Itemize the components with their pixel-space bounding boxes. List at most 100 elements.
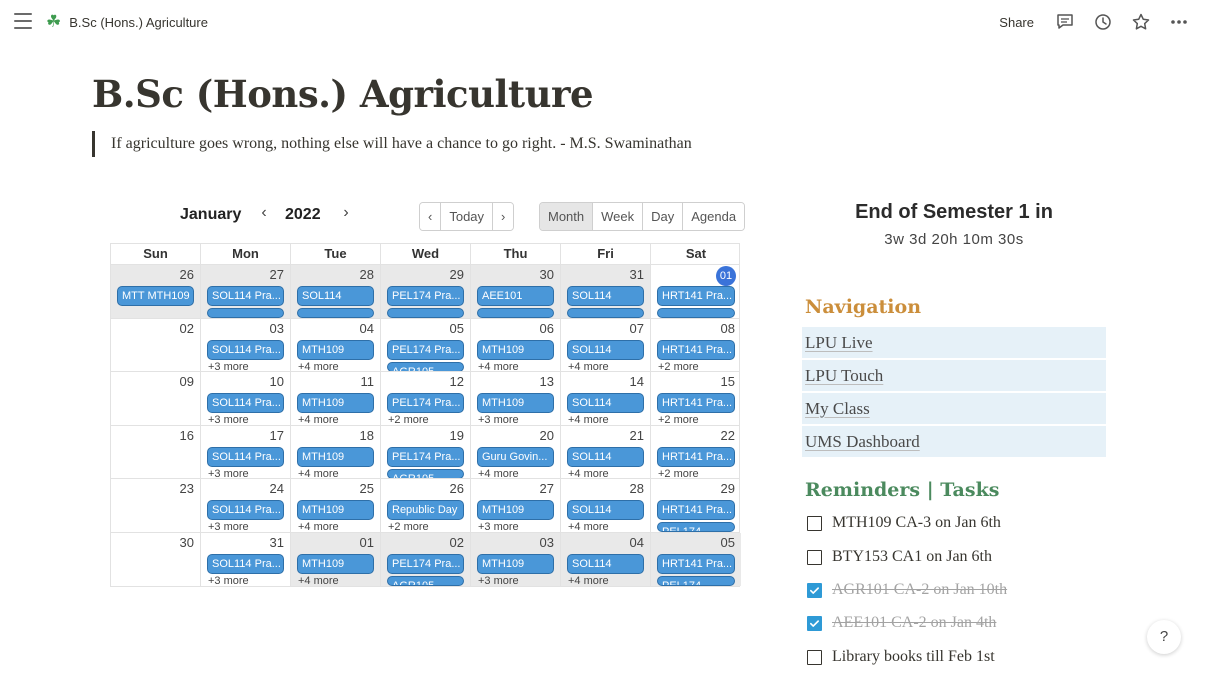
more-events-link[interactable]: +4 more bbox=[478, 468, 519, 479]
calendar-event[interactable]: SOL114 Pra... bbox=[207, 286, 284, 306]
calendar-day-cell[interactable]: 21 SOL114 +4 more bbox=[561, 425, 651, 479]
calendar-day-cell[interactable]: 22 HRT141 Pra... +2 more bbox=[651, 426, 741, 479]
more-events-link[interactable]: +2 more bbox=[388, 414, 429, 425]
calendar-event[interactable]: HRT141 Pra... bbox=[657, 393, 735, 413]
calendar-event-overflow[interactable]: PEL174 bbox=[657, 522, 735, 532]
view-agenda-button[interactable]: Agenda bbox=[683, 203, 745, 230]
more-events-link[interactable]: +3 more bbox=[478, 575, 519, 587]
calendar-event-overflow[interactable]: AGR105 bbox=[387, 468, 464, 478]
more-events-link[interactable]: +3 more bbox=[208, 521, 249, 532]
calendar-event[interactable]: SOL114 Pra... bbox=[207, 339, 284, 360]
checkbox-checked[interactable] bbox=[807, 615, 822, 631]
help-button[interactable]: ? bbox=[1147, 620, 1181, 654]
more-events-link[interactable]: +4 more bbox=[298, 575, 339, 587]
calendar-event[interactable]: SOL114 bbox=[567, 553, 644, 574]
share-button[interactable]: Share bbox=[999, 15, 1034, 30]
calendar-event[interactable]: SOL114 Pra... bbox=[207, 393, 284, 413]
calendar-day-cell[interactable]: 03 SOL114 Pra... +3 more bbox=[201, 318, 291, 372]
calendar-day-cell[interactable]: 05 PEL174 Pra...AGR105 bbox=[381, 318, 471, 371]
calendar-event[interactable]: HRT141 Pra... bbox=[657, 286, 735, 306]
chevron-right-icon[interactable]: › bbox=[338, 204, 354, 222]
calendar-day-cell[interactable]: 18 MTH109 +4 more bbox=[291, 425, 381, 479]
calendar-event[interactable]: SOL114 bbox=[297, 286, 374, 306]
nav-link-ums-dashboard[interactable]: UMS Dashboard bbox=[802, 426, 1106, 457]
more-events-link[interactable]: +3 more bbox=[478, 521, 519, 532]
calendar-day-cell[interactable]: 24 SOL114 Pra... +3 more bbox=[201, 479, 291, 532]
calendar-event[interactable]: SOL114 bbox=[567, 393, 644, 413]
calendar-event[interactable]: SOL114 bbox=[567, 446, 644, 467]
checkbox[interactable] bbox=[807, 649, 822, 665]
comment-icon[interactable] bbox=[1054, 11, 1076, 33]
more-events-link[interactable]: +4 more bbox=[298, 361, 339, 372]
calendar-day-cell[interactable]: 01 MTH109 +4 more bbox=[291, 532, 381, 587]
prev-button[interactable]: ‹ bbox=[420, 203, 442, 230]
nav-link-lpu-live[interactable]: LPU Live bbox=[802, 327, 1106, 358]
calendar-day-cell[interactable]: 01 HRT141 Pra... bbox=[651, 265, 741, 318]
calendar-event[interactable]: PEL174 Pra... bbox=[387, 553, 464, 574]
calendar-event[interactable]: MTH109 bbox=[477, 393, 554, 413]
page-title[interactable]: B.Sc (Hons.) Agriculture bbox=[92, 72, 594, 116]
more-events-link[interactable]: +2 more bbox=[388, 521, 429, 532]
calendar-day-cell[interactable]: 08 HRT141 Pra... +2 more bbox=[651, 319, 741, 372]
star-icon[interactable] bbox=[1130, 11, 1152, 33]
more-events-link[interactable]: +4 more bbox=[568, 361, 609, 372]
calendar-day-cell[interactable]: 19 PEL174 Pra...AGR105 bbox=[381, 425, 471, 478]
calendar-day-cell[interactable]: 05 HRT141 Pra... PEL174 bbox=[651, 532, 741, 586]
calendar-event[interactable]: Republic Day bbox=[387, 500, 464, 520]
checkbox[interactable] bbox=[807, 549, 822, 565]
calendar-day-cell[interactable]: 11 MTH109 +4 more bbox=[291, 372, 381, 425]
calendar-event[interactable]: MTH109 bbox=[297, 500, 374, 520]
calendar-event[interactable]: MTH109 bbox=[297, 339, 374, 360]
calendar-day-cell[interactable]: 02 PEL174 Pra... AGR105 bbox=[381, 532, 471, 586]
calendar-day-cell[interactable]: 29 HRT141 Pra... PEL174 bbox=[651, 479, 741, 532]
calendar-event[interactable]: SOL114 bbox=[567, 286, 644, 306]
calendar-event[interactable]: PEL174 Pra... bbox=[387, 393, 464, 413]
calendar-event[interactable]: HRT141 Pra... bbox=[657, 446, 735, 467]
more-icon[interactable] bbox=[1168, 11, 1190, 33]
calendar-event-overflow[interactable]: AGR105 bbox=[387, 361, 464, 371]
more-events-link[interactable]: +4 more bbox=[568, 414, 609, 425]
more-events-link[interactable]: +2 more bbox=[658, 361, 699, 372]
more-events-link[interactable]: +4 more bbox=[568, 468, 609, 479]
clock-history-icon[interactable] bbox=[1092, 11, 1114, 33]
calendar-day-cell[interactable]: 09 bbox=[111, 372, 201, 425]
calendar-day-cell[interactable]: 15 HRT141 Pra... +2 more bbox=[651, 372, 741, 425]
menu-icon[interactable] bbox=[14, 13, 32, 29]
calendar-event[interactable]: SOL114 bbox=[567, 339, 644, 360]
calendar-day-cell[interactable]: 14 SOL114 +4 more bbox=[561, 372, 651, 425]
more-events-link[interactable]: +4 more bbox=[298, 414, 339, 425]
calendar-event[interactable]: AEE101 bbox=[477, 286, 554, 306]
more-events-link[interactable]: +4 more bbox=[298, 521, 339, 532]
nav-link-lpu-touch[interactable]: LPU Touch bbox=[802, 360, 1106, 391]
quote-block[interactable]: If agriculture goes wrong, nothing else … bbox=[92, 131, 692, 157]
calendar-day-cell[interactable]: 20 Guru Govin... +4 more bbox=[471, 425, 561, 479]
calendar-event-overflow[interactable] bbox=[567, 308, 644, 318]
calendar-event-overflow[interactable] bbox=[387, 308, 464, 318]
more-events-link[interactable]: +3 more bbox=[208, 414, 249, 425]
more-events-link[interactable]: +2 more bbox=[658, 468, 699, 479]
calendar-event-overflow[interactable] bbox=[477, 308, 554, 318]
calendar-day-cell[interactable]: 12 PEL174 Pra... +2 more bbox=[381, 372, 471, 425]
calendar-day-cell[interactable]: 23 bbox=[111, 479, 201, 532]
breadcrumb[interactable]: ☘ B.Sc (Hons.) Agriculture bbox=[46, 12, 208, 32]
calendar-event[interactable]: MTH109 bbox=[477, 339, 554, 360]
calendar-event[interactable]: PEL174 Pra... bbox=[387, 339, 464, 360]
view-day-button[interactable]: Day bbox=[643, 203, 684, 230]
calendar-event-overflow[interactable] bbox=[207, 308, 284, 318]
view-month-button[interactable]: Month bbox=[540, 203, 594, 230]
calendar-day-cell[interactable]: 04 SOL114 +4 more bbox=[561, 532, 651, 586]
calendar-event[interactable]: SOL114 Pra... bbox=[207, 446, 284, 467]
calendar-day-cell[interactable]: 25 MTH109 +4 more bbox=[291, 479, 381, 532]
calendar-event[interactable]: PEL174 Pra... bbox=[387, 446, 464, 467]
calendar-event[interactable]: MTT MTH109 bbox=[117, 286, 194, 306]
calendar-event[interactable]: MTH109 bbox=[297, 393, 374, 413]
calendar-event[interactable]: MTH109 bbox=[297, 446, 374, 467]
calendar-event[interactable]: SOL114 Pra... bbox=[207, 553, 284, 574]
calendar-day-cell[interactable]: 28 SOL114 bbox=[291, 265, 381, 318]
more-events-link[interactable]: +4 more bbox=[298, 468, 339, 479]
calendar-day-cell[interactable]: 03 MTH109 +3 more bbox=[471, 532, 561, 587]
calendar-day-cell[interactable]: 02 bbox=[111, 318, 201, 371]
more-events-link[interactable]: +3 more bbox=[208, 361, 249, 372]
calendar-day-cell[interactable]: 07 SOL114 +4 more bbox=[561, 318, 651, 372]
next-button[interactable]: › bbox=[493, 203, 514, 230]
